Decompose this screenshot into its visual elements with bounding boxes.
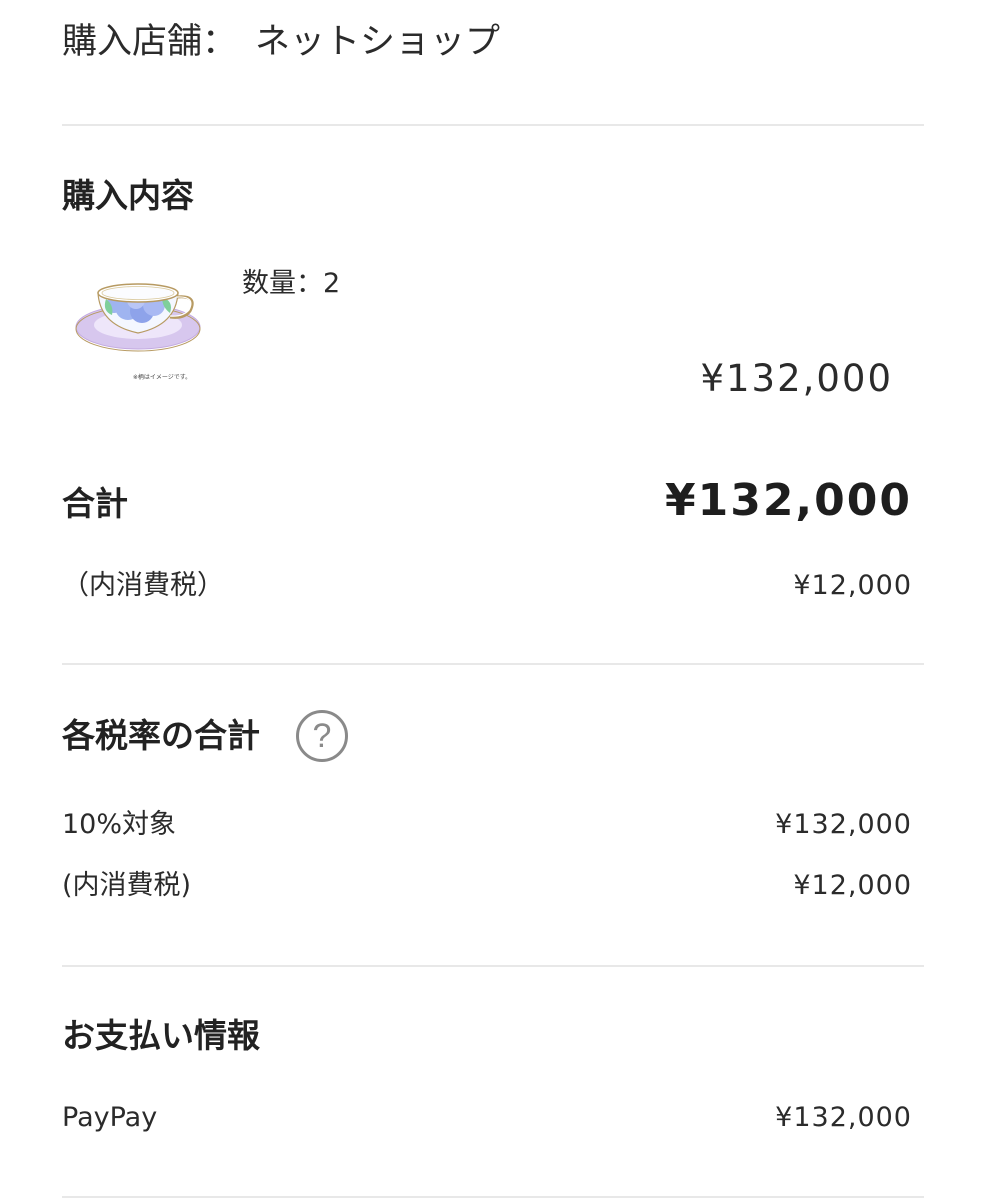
store-separator: ： bbox=[202, 22, 238, 62]
rate-10-tax-label: (内消費税) bbox=[62, 870, 192, 901]
quantity-label: 数量：2 bbox=[242, 268, 341, 299]
divider bbox=[62, 663, 924, 665]
store-name: ネットショップ bbox=[255, 22, 501, 62]
store-info: 購入店舗： ネットショップ bbox=[62, 18, 500, 66]
question-circle-icon[interactable]: ? bbox=[296, 710, 348, 762]
product-image-caption: ※柄はイメージです。 bbox=[133, 373, 191, 381]
rate-10-label: 10%対象 bbox=[62, 809, 177, 840]
divider bbox=[62, 124, 924, 126]
purchase-section-title: 購入内容 bbox=[62, 176, 194, 215]
store-label: 購入店舗 bbox=[62, 22, 203, 62]
product-image[interactable]: ※柄はイメージです。 bbox=[70, 255, 220, 385]
item-price: ¥132,000 bbox=[700, 357, 893, 400]
total-label: 合計 bbox=[62, 484, 128, 523]
divider bbox=[62, 1196, 924, 1198]
tax-label: （内消費税） bbox=[62, 570, 224, 601]
help-glyph: ? bbox=[312, 717, 332, 755]
tax-rate-section-title: 各税率の合計 bbox=[62, 716, 260, 755]
divider bbox=[62, 965, 924, 967]
payment-method: PayPay bbox=[62, 1102, 158, 1133]
tax-value: ¥12,000 bbox=[793, 570, 912, 601]
total-value: ¥132,000 bbox=[664, 475, 912, 526]
rate-10-tax-value: ¥12,000 bbox=[793, 870, 912, 901]
payment-section-title: お支払い情報 bbox=[62, 1016, 260, 1055]
rate-10-value: ¥132,000 bbox=[775, 809, 912, 840]
payment-amount: ¥132,000 bbox=[775, 1102, 912, 1133]
